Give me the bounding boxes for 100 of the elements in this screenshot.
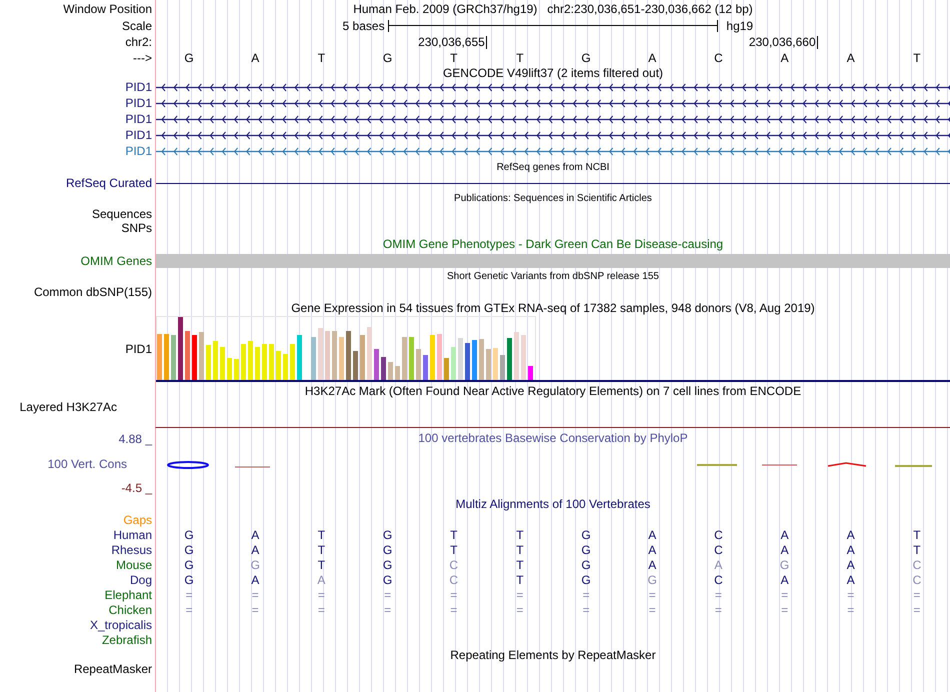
aligned-base: A <box>780 528 789 542</box>
aligned-base: G <box>581 528 591 542</box>
track-label: 100 Vert. Cons <box>48 456 128 470</box>
aligned-base: = <box>252 588 259 602</box>
gene-label[interactable]: PID1 <box>125 112 152 126</box>
track-title: Gene Expression in 54 tissues from GTEx RNA-seq of 17382 samples, 948 donors (V8, Aug 2019) <box>291 301 815 315</box>
track-title: Short Genetic Variants from dbSNP release 155 <box>447 270 659 282</box>
assembly-label: hg19 <box>725 18 754 32</box>
aligned-base: = <box>582 588 590 602</box>
aligned-base: = <box>384 588 392 602</box>
aligned-base: = <box>516 602 524 616</box>
position-title: Human Feb. 2009 (GRCh37/hg19) chr2:230,036,651-230,036,662 (12 bp) <box>353 2 753 16</box>
aligned-base: = <box>318 588 325 602</box>
aligned-base: = <box>384 602 392 616</box>
base-letter: C <box>714 51 723 65</box>
aligned-base: A <box>846 528 855 542</box>
aligned-base: G <box>780 558 790 572</box>
gene-label[interactable]: PID1 <box>125 128 152 142</box>
aligned-base: C <box>714 572 723 586</box>
track-title: GENCODE V49lift37 (2 items filtered out) <box>442 66 664 80</box>
aligned-base: A <box>648 558 656 572</box>
aligned-base: A <box>780 572 789 586</box>
aligned-base: G <box>382 558 392 572</box>
aligned-base: G <box>250 558 260 572</box>
aligned-base: G <box>184 528 194 542</box>
axis-min-label: -4.5 _ <box>121 481 152 495</box>
base-letter: A <box>251 51 260 65</box>
scale-text: 5 bases <box>342 18 386 32</box>
aligned-base: C <box>449 558 458 572</box>
aligned-base: = <box>781 588 788 602</box>
base-letter: A <box>648 51 656 65</box>
aligned-base: C <box>912 572 922 586</box>
aligned-base: G <box>184 542 194 556</box>
aligned-base: A <box>714 558 722 572</box>
track-label: ---> <box>133 51 152 65</box>
track-label: Gaps <box>123 512 152 526</box>
aligned-base: G <box>382 572 392 586</box>
aligned-base: G <box>581 572 591 586</box>
aligned-base: C <box>714 542 723 556</box>
aligned-base: A <box>251 542 260 556</box>
aligned-base: T <box>913 528 921 542</box>
aligned-base: A <box>648 542 656 556</box>
track-label: SNPs <box>121 221 152 235</box>
aligned-base: = <box>186 602 193 616</box>
aligned-base: T <box>450 528 458 542</box>
aligned-base: = <box>714 602 722 616</box>
aligned-base: T <box>913 542 921 556</box>
aligned-base: G <box>581 558 591 572</box>
gene-label[interactable]: PID1 <box>125 144 152 158</box>
aligned-base: = <box>450 602 458 616</box>
aligned-base: = <box>186 588 193 602</box>
gene-label[interactable]: PID1 <box>125 96 152 110</box>
track-label: Layered H3K27Ac <box>20 400 117 414</box>
aligned-base: A <box>846 558 855 572</box>
base-letter: A <box>780 51 789 65</box>
species-label: Chicken <box>108 602 152 616</box>
aligned-base: T <box>450 542 458 556</box>
aligned-base: T <box>318 528 326 542</box>
aligned-base: G <box>581 542 591 556</box>
aligned-base: = <box>714 588 722 602</box>
aligned-base: = <box>913 588 920 602</box>
species-label: Elephant <box>104 588 152 602</box>
aligned-base: T <box>516 572 524 586</box>
track-title: OMIM Gene Phenotypes - Dark Green Can Be Disease-causing <box>382 237 724 251</box>
aligned-base: = <box>450 588 458 602</box>
aligned-base: = <box>781 602 788 616</box>
aligned-base: = <box>847 602 854 616</box>
base-letter: T <box>913 51 921 65</box>
gene-label[interactable]: PID1 <box>125 80 152 94</box>
track-label: RefSeq Curated <box>66 176 152 190</box>
axis-max-label: 4.88 _ <box>118 432 152 446</box>
aligned-base: G <box>184 572 194 586</box>
species-label: Rhesus <box>111 542 152 556</box>
aligned-base: G <box>184 558 194 572</box>
species-label: Human <box>113 528 152 542</box>
aligned-base: G <box>382 528 392 542</box>
aligned-base: A <box>317 572 326 586</box>
base-letter: G <box>184 51 194 65</box>
base-letter: T <box>516 51 524 65</box>
aligned-base: A <box>251 528 260 542</box>
aligned-base: A <box>251 572 260 586</box>
aligned-base: G <box>382 542 392 556</box>
aligned-base: T <box>516 558 524 572</box>
aligned-base: = <box>582 602 590 616</box>
track-label: Scale <box>122 18 152 32</box>
track-title: RefSeq genes from NCBI <box>496 162 610 173</box>
species-label: Zebrafish <box>102 632 152 646</box>
species-label: Mouse <box>116 558 152 572</box>
aligned-base: A <box>846 542 855 556</box>
aligned-base: = <box>913 602 920 616</box>
aligned-base: A <box>780 542 789 556</box>
base-letter: A <box>846 51 855 65</box>
base-letter: T <box>318 51 326 65</box>
aligned-base: = <box>648 588 656 602</box>
track-title: Repeating Elements by RepeatMasker <box>450 648 656 662</box>
aligned-base: = <box>252 602 259 616</box>
coordinate-tick: 230,036,660 <box>748 36 818 48</box>
track-title: Publications: Sequences in Scientific Articles <box>454 193 652 204</box>
base-letter: G <box>382 51 392 65</box>
aligned-base: T <box>318 558 326 572</box>
